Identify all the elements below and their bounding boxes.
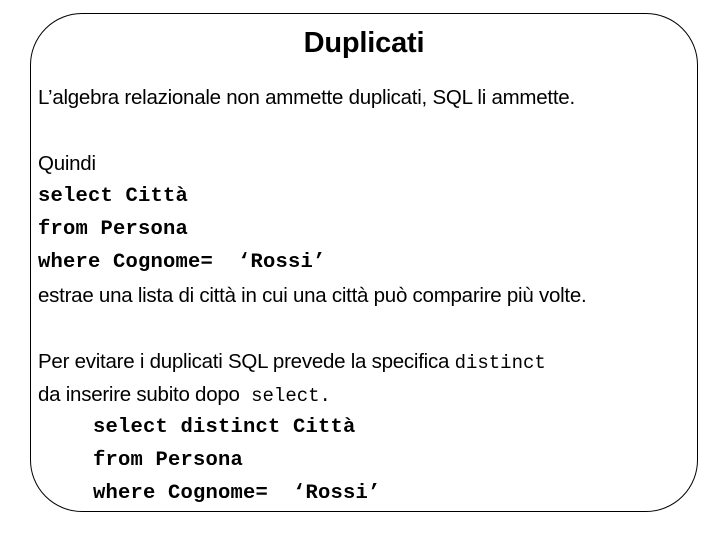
query1-line-select: select Città [38,185,189,208]
query2-line-select: select distinct Città [93,416,356,439]
query1-line-from: from Persona [38,218,189,241]
quindi-label: Quindi [38,152,96,175]
query2-line-where: where Cognome= ‘Rossi’ [93,482,381,505]
distinct-keyword: distinct [454,352,546,374]
distinct-paragraph-text-2: da inserire subito dopo [38,383,246,406]
page-title: Duplicati [303,27,425,59]
query2-line-from: from Persona [93,449,244,472]
query1-result-line: estrae una lista di città in cui una cit… [38,284,587,307]
distinct-paragraph-line-1: Per evitare i duplicati SQL prevede la s… [38,345,698,378]
select-keyword: select. [251,385,331,407]
distinct-paragraph-text-1: Per evitare i duplicati SQL prevede la s… [38,350,455,373]
slide: Duplicati L’algebra relazionale non amme… [0,0,720,540]
intro-line: L’algebra relazionale non ammette duplic… [38,86,575,109]
query1-line-where: where Cognome= ‘Rossi’ [38,251,326,274]
distinct-paragraph-line-2: da inserire subito dopo select. [38,378,698,411]
slide-body: L’algebra relazionale non ammette duplic… [38,81,698,510]
